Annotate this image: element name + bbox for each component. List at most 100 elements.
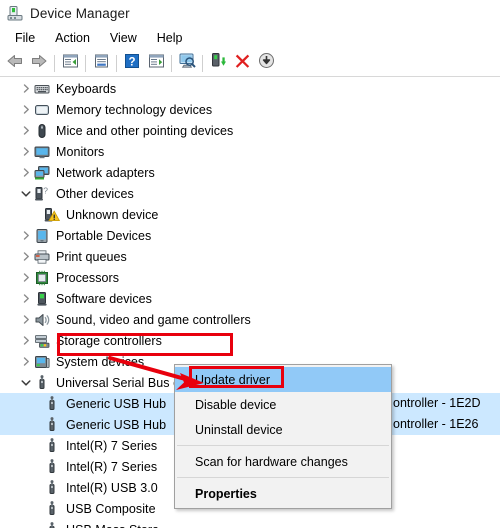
tree-item-other-devices[interactable]: ? Other devices [0, 183, 500, 204]
tree-item-software-devices[interactable]: Software devices [0, 288, 500, 309]
chevron-right-icon[interactable] [18, 312, 34, 328]
tree-item-print-queues[interactable]: Print queues [0, 246, 500, 267]
chevron-right-icon[interactable] [18, 228, 34, 244]
chevron-right-icon[interactable] [18, 165, 34, 181]
usb-device-icon [44, 521, 60, 528]
menu-help[interactable]: Help [148, 28, 192, 48]
tree-item-mice-and-other-pointing-devices[interactable]: Mice and other pointing devices [0, 120, 500, 141]
help-button[interactable]: ? [120, 51, 144, 75]
chevron-right-icon[interactable] [18, 144, 34, 160]
tree-item-label: Network adapters [56, 165, 155, 180]
svg-text:?: ? [43, 186, 48, 195]
keyboard-icon [34, 81, 50, 97]
chevron-right-icon[interactable] [18, 354, 34, 370]
tree-item-processors[interactable]: Processors [0, 267, 500, 288]
tree-item-label: Other devices [56, 186, 134, 201]
occluded-row-tail-2: ontroller - 1E26 [393, 417, 479, 431]
usb-device-icon [44, 395, 60, 412]
tree-item-keyboards[interactable]: Keyboards [0, 78, 500, 99]
properties-button[interactable] [89, 51, 113, 75]
toolbar-separator-2 [85, 54, 86, 72]
tree-item-usb-mass-storage-device[interactable]: USB Mass Stora [0, 519, 500, 528]
tree-item-storage-controllers[interactable]: Storage controllers [0, 330, 500, 351]
chevron-right-icon[interactable] [18, 102, 34, 118]
tree-item-label: Intel(R) USB 3.0 [66, 480, 158, 495]
tree-item-label: USB Mass Stora [66, 523, 159, 528]
portable-device-icon [34, 228, 50, 244]
tree-item-label: Generic USB Hub [66, 417, 167, 432]
tree-item-label: Mice and other pointing devices [56, 123, 234, 138]
context-menu-item-disable-device[interactable]: Disable device [175, 392, 391, 417]
chevron-right-icon[interactable] [18, 81, 34, 97]
uninstall-device-icon [234, 52, 251, 74]
back-arrow-icon [6, 53, 24, 74]
usb-device-icon [44, 458, 60, 475]
chevron-right-icon[interactable] [18, 333, 34, 349]
disable-device-icon [258, 52, 275, 74]
menu-file[interactable]: File [6, 28, 44, 48]
tree-item-portable-devices[interactable]: Portable Devices [0, 225, 500, 246]
tree-item-unknown-device[interactable]: Unknown device [0, 204, 500, 225]
chevron-right-icon[interactable] [18, 291, 34, 307]
tree-item-label: Processors [56, 270, 120, 285]
svg-text:?: ? [128, 56, 135, 68]
context-menu-item-properties[interactable]: Properties [175, 481, 391, 506]
usb-device-icon [44, 416, 60, 433]
scan-for-hardware-changes-button[interactable] [175, 51, 199, 75]
chevron-right-icon[interactable] [18, 270, 34, 286]
toolbar-separator-1 [54, 54, 55, 72]
chevron-down-icon[interactable] [18, 375, 34, 391]
disable-device-button[interactable] [254, 51, 278, 75]
tree-item-label: Software devices [56, 291, 152, 306]
context-menu-item-scan-for-hardware-changes[interactable]: Scan for hardware changes [175, 449, 391, 474]
title-bar: Device Manager [0, 0, 500, 26]
show-hide-action-pane-icon [148, 53, 165, 74]
toolbar-separator-5 [202, 54, 203, 72]
monitor-icon [34, 144, 50, 160]
tree-item-label: Sound, video and game controllers [56, 312, 251, 327]
menu-view[interactable]: View [101, 28, 146, 48]
context-menu[interactable]: Update driver Disable device Uninstall d… [174, 364, 392, 509]
help-icon: ? [124, 53, 140, 74]
show-hide-console-tree-icon [62, 53, 79, 74]
tree-item-label: USB Composite [66, 501, 156, 516]
show-hide-action-pane-button[interactable] [144, 51, 168, 75]
usb-controller-icon [34, 374, 50, 391]
menu-bar: File Action View Help [0, 26, 500, 50]
tree-item-network-adapters[interactable]: Network adapters [0, 162, 500, 183]
tree-item-sound-video-and-game-controllers[interactable]: Sound, video and game controllers [0, 309, 500, 330]
software-device-icon [34, 291, 50, 307]
menu-action[interactable]: Action [46, 28, 99, 48]
usb-device-icon [44, 437, 60, 454]
tree-item-monitors[interactable]: Monitors [0, 141, 500, 162]
toolbar-separator-3 [116, 54, 117, 72]
update-driver-button[interactable] [206, 51, 230, 75]
processor-icon [34, 270, 50, 286]
chevron-right-icon[interactable] [18, 123, 34, 139]
uninstall-device-button[interactable] [230, 51, 254, 75]
usb-device-icon [44, 479, 60, 496]
memory-icon [34, 102, 50, 118]
tree-item-memory-technology-devices[interactable]: Memory technology devices [0, 99, 500, 120]
context-menu-separator-2 [177, 477, 389, 478]
context-menu-item-update-driver[interactable]: Update driver [175, 367, 391, 392]
device-manager-icon [7, 5, 23, 21]
chevron-right-icon[interactable] [18, 249, 34, 265]
properties-icon [93, 53, 110, 74]
tree-item-label: Intel(R) 7 Series [66, 459, 158, 474]
context-menu-item-uninstall-device[interactable]: Uninstall device [175, 417, 391, 442]
speaker-icon [34, 312, 50, 328]
toolbar-separator-4 [171, 54, 172, 72]
tree-item-label: Intel(R) 7 Series [66, 438, 158, 453]
tree-item-label: Unknown device [66, 207, 159, 222]
show-hide-console-tree-button[interactable] [58, 51, 82, 75]
network-adapter-icon [34, 165, 50, 181]
tree-item-label: Keyboards [56, 81, 117, 96]
back-button[interactable] [3, 51, 27, 75]
forward-arrow-icon [30, 53, 48, 74]
window-title: Device Manager [30, 5, 130, 21]
printer-icon [34, 249, 50, 265]
other-devices-icon: ? [34, 185, 50, 202]
chevron-down-icon[interactable] [18, 186, 34, 202]
forward-button[interactable] [27, 51, 51, 75]
